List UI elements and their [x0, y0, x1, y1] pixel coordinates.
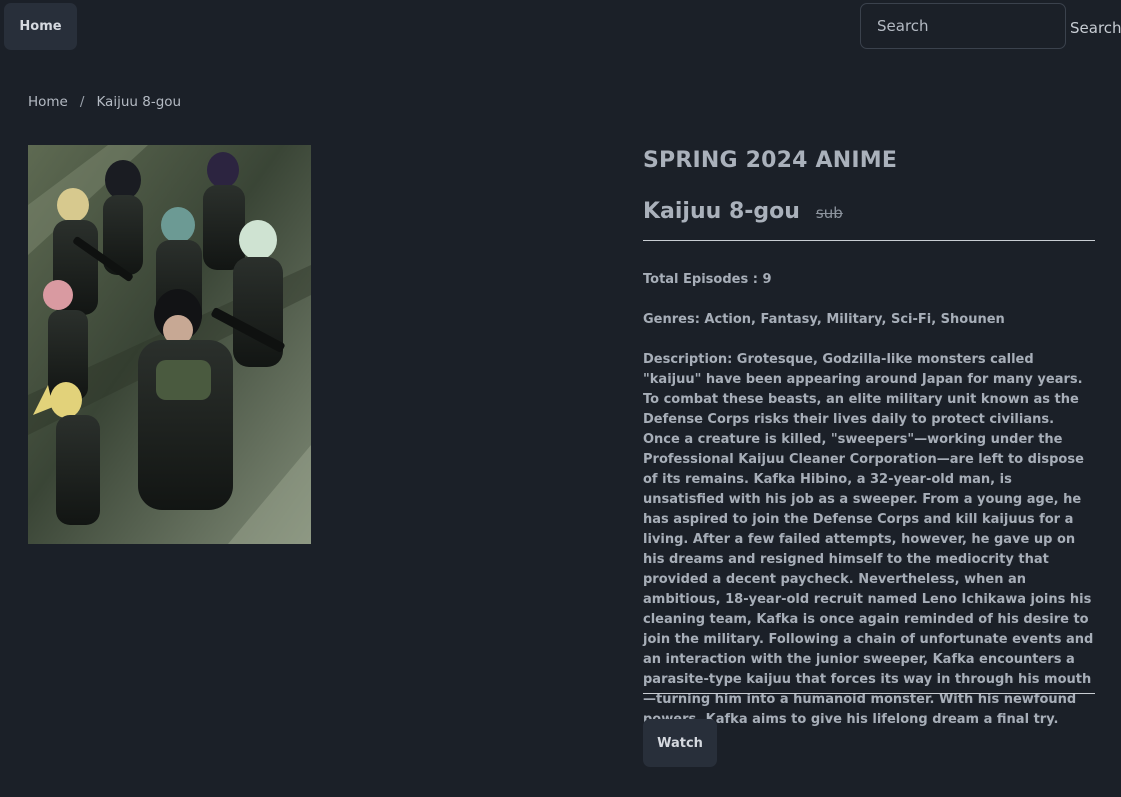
- breadcrumb: Home / Kaijuu 8-gou: [28, 94, 181, 110]
- breadcrumb-current: Kaijuu 8-gou: [96, 94, 182, 110]
- season-heading: SPRING 2024 ANIME: [643, 148, 898, 173]
- search-input[interactable]: [860, 3, 1066, 49]
- anime-title: Kaijuu 8-gou: [643, 199, 800, 224]
- divider: [643, 240, 1095, 241]
- navbar: Home Search: [0, 0, 1121, 56]
- sub-badge: sub: [815, 204, 843, 222]
- anime-poster-image: [28, 145, 311, 544]
- search-button[interactable]: Search: [1070, 16, 1121, 40]
- total-episodes: Total Episodes : 9: [643, 272, 772, 287]
- genres: Genres: Action, Fantasy, Military, Sci-F…: [643, 312, 1005, 327]
- description: Description: Grotesque, Godzilla-like mo…: [643, 352, 1094, 727]
- breadcrumb-home-link[interactable]: Home: [28, 94, 68, 110]
- watch-button[interactable]: Watch: [643, 719, 717, 767]
- divider: [643, 693, 1095, 694]
- breadcrumb-separator: /: [79, 94, 85, 110]
- title-row: Kaijuu 8-gou sub: [643, 199, 843, 224]
- home-button[interactable]: Home: [4, 3, 77, 50]
